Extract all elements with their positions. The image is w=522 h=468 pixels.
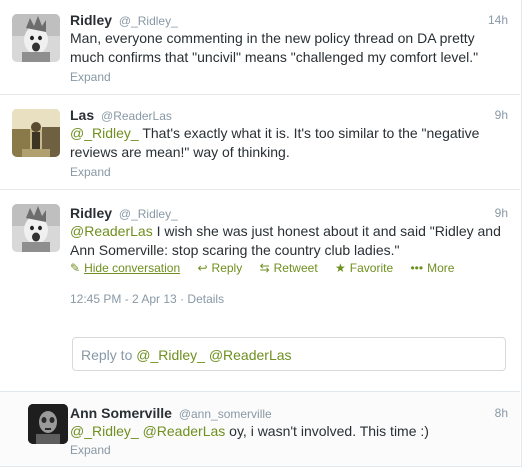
avatar-ann-somerville[interactable]	[28, 404, 68, 444]
avatar-ridley[interactable]	[12, 204, 60, 252]
author-name[interactable]: Ann Somerville	[70, 405, 172, 421]
ellipsis-icon: •••	[410, 261, 424, 275]
reply-icon: ↩	[197, 261, 208, 275]
tweet-header: Ann Somerville @ann_somerville	[70, 404, 272, 423]
tweet-time[interactable]: 8h	[495, 406, 508, 420]
author-handle[interactable]: @ReaderLas	[101, 109, 172, 123]
expand-link[interactable]: Expand	[70, 165, 111, 179]
tweet-1[interactable]: Ridley @_Ridley_ 14h Man, everyone comme…	[0, 0, 520, 95]
reply-input[interactable]: Reply to @_Ridley_ @ReaderLas	[72, 337, 506, 371]
conversation-icon: ✎	[70, 261, 81, 275]
tweet-actions: ✎ Hide conversation ↩ Reply ⇆ Retweet ★ Favo…	[70, 261, 468, 275]
author-name[interactable]: Ridley	[70, 12, 112, 28]
reply-placeholder-mentions: @_Ridley_ @ReaderLas	[136, 347, 292, 363]
tweet-text: @ReaderLas I wish she was just honest ab…	[70, 222, 510, 260]
tweet-time[interactable]: 9h	[495, 108, 508, 122]
mention-link[interactable]: @_Ridley_ @ReaderLas	[70, 423, 225, 439]
details-link[interactable]: Details	[187, 292, 224, 306]
tweet-time[interactable]: 14h	[488, 13, 508, 27]
tweet-header: Las @ReaderLas	[70, 106, 172, 125]
reply-label: Reply	[211, 261, 243, 275]
author-name[interactable]: Las	[70, 107, 94, 123]
retweet-icon: ⇆	[259, 261, 270, 275]
tweet-meta: 12:45 PM - 2 Apr 13 · Details	[70, 292, 224, 306]
hide-conversation-label: Hide conversation	[84, 261, 181, 275]
reply-button[interactable]: ↩ Reply	[197, 261, 242, 275]
more-button[interactable]: ••• More	[410, 261, 454, 275]
tweet-timestamp[interactable]: 12:45 PM - 2 Apr 13	[70, 292, 177, 306]
author-handle[interactable]: @ann_somerville	[179, 407, 272, 421]
mention-link[interactable]: @ReaderLas	[70, 223, 153, 239]
expand-link[interactable]: Expand	[70, 443, 111, 457]
tweet-3-expanded[interactable]: Ridley @_Ridley_ 9h @ReaderLas I wish sh…	[0, 190, 520, 392]
tweet-text: @_Ridley_ @ReaderLas oy, i wasn't involv…	[70, 422, 510, 441]
author-name[interactable]: Ridley	[70, 205, 112, 221]
avatar-ridley[interactable]	[12, 14, 60, 62]
tweet-2[interactable]: Las @ReaderLas 9h @_Ridley_ That's exact…	[0, 95, 520, 190]
tweet-header: Ridley @_Ridley_	[70, 204, 178, 223]
star-icon: ★	[335, 261, 346, 275]
favorite-label: Favorite	[349, 261, 394, 275]
author-handle[interactable]: @_Ridley_	[119, 14, 178, 28]
reply-placeholder-prefix: Reply to	[81, 347, 137, 363]
tweet-text: Man, everyone commenting in the new poli…	[70, 30, 479, 65]
more-label: More	[427, 261, 455, 275]
mention-link[interactable]: @_Ridley_	[70, 125, 139, 141]
tweet-body: oy, i wasn't involved. This time :)	[225, 423, 429, 439]
avatar-las[interactable]	[12, 109, 60, 157]
tweet-time[interactable]: 9h	[495, 206, 508, 220]
hide-conversation-button[interactable]: ✎ Hide conversation	[70, 261, 180, 275]
retweet-label: Retweet	[273, 261, 318, 275]
retweet-button[interactable]: ⇆ Retweet	[260, 261, 318, 275]
favorite-button[interactable]: ★ Favorite	[335, 261, 393, 275]
author-handle[interactable]: @_Ridley_	[119, 207, 178, 221]
tweet-4[interactable]: Ann Somerville @ann_somerville 8h @_Ridl…	[0, 392, 520, 466]
expand-link[interactable]: Expand	[70, 70, 111, 84]
tweet-text: @_Ridley_ That's exactly what it is. It'…	[70, 124, 510, 162]
tweet-header: Ridley @_Ridley_	[70, 11, 178, 30]
